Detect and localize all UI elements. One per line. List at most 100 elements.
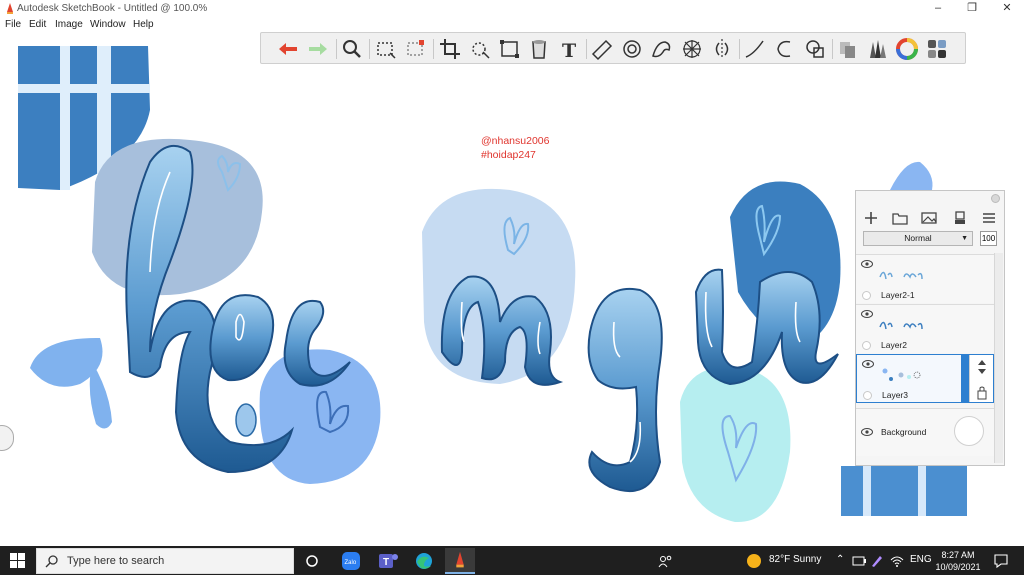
circle-icon[interactable] xyxy=(772,36,798,62)
transform-move-icon[interactable] xyxy=(467,36,493,62)
background-color-swatch[interactable] xyxy=(954,416,984,446)
copy-paste-icon[interactable] xyxy=(835,36,861,62)
bottom-right-window xyxy=(841,466,967,516)
brush-set-icon[interactable] xyxy=(924,36,950,62)
crop-icon[interactable] xyxy=(437,36,463,62)
sketchbook-taskbar-icon[interactable] xyxy=(445,548,475,574)
add-layer-icon[interactable] xyxy=(862,209,880,227)
people-icon[interactable] xyxy=(657,554,673,568)
window-bar-horizontal xyxy=(18,84,150,93)
language-indicator[interactable]: ENG xyxy=(910,554,932,565)
wifi-icon[interactable] xyxy=(890,554,904,568)
task-view-icon[interactable] xyxy=(297,548,327,574)
toolbar-divider xyxy=(832,39,833,59)
window-bar-vertical xyxy=(60,46,70,190)
notification-icon[interactable] xyxy=(993,553,1009,569)
eye-icon[interactable] xyxy=(862,360,874,368)
system-clock[interactable]: 8:27 AM 10/09/2021 xyxy=(934,549,982,573)
add-image-icon[interactable] xyxy=(920,209,938,227)
ellipse-guide-icon[interactable] xyxy=(619,36,645,62)
layer-row[interactable]: Layer2-1 xyxy=(856,254,994,303)
layer-name: Layer2-1 xyxy=(881,290,915,300)
show-hidden-icons-icon[interactable]: ⌃ xyxy=(836,554,844,565)
ruler-icon[interactable] xyxy=(589,36,615,62)
layer-thumbnail xyxy=(879,321,923,330)
undo-icon[interactable] xyxy=(275,36,301,62)
select-lasso-icon[interactable] xyxy=(403,36,429,62)
watermark-hashtag: #hoidap247 xyxy=(481,149,536,161)
layer-lock-toggle[interactable] xyxy=(862,291,871,300)
clock-time: 8:27 AM xyxy=(941,550,975,560)
layer-scrollbar[interactable] xyxy=(994,253,1003,463)
layer-name: Layer3 xyxy=(882,390,908,400)
eye-icon[interactable] xyxy=(861,428,873,436)
color-wheel-icon[interactable] xyxy=(894,36,920,62)
opacity-field[interactable]: 100 xyxy=(980,231,997,246)
menu-help[interactable]: Help xyxy=(133,19,154,30)
distort-icon[interactable] xyxy=(497,36,523,62)
toolbar-divider xyxy=(433,39,434,59)
menu-image[interactable]: Image xyxy=(55,19,83,30)
panel-close-button[interactable] xyxy=(991,194,1000,203)
layer-menu-icon[interactable] xyxy=(980,209,998,227)
battery-icon[interactable] xyxy=(852,555,866,567)
search-icon xyxy=(45,555,58,568)
menu-bar: File Edit Image Window Help xyxy=(0,17,1024,32)
taskbar-search-box[interactable]: Type here to search xyxy=(36,548,294,574)
layer-toolbar xyxy=(856,207,1004,229)
pen-workspace-icon[interactable] xyxy=(870,554,884,568)
add-group-icon[interactable] xyxy=(891,209,909,227)
menu-window[interactable]: Window xyxy=(90,19,126,30)
select-rect-icon[interactable] xyxy=(373,36,399,62)
layer-row[interactable]: Layer2 xyxy=(856,304,994,353)
blend-mode-dropdown[interactable]: Normal ▼ xyxy=(863,231,973,246)
windows-start-icon[interactable] xyxy=(10,553,25,568)
brush-library-icon[interactable] xyxy=(864,36,890,62)
zalo-icon[interactable]: Zalo xyxy=(336,548,366,574)
layer-editor-panel: Normal ▼ 100 Layer2-1 Layer2 Layer3 Back… xyxy=(855,190,1005,466)
edge-icon[interactable] xyxy=(409,548,439,574)
chevron-down-icon: ▼ xyxy=(961,235,968,242)
french-curve-icon[interactable] xyxy=(649,36,675,62)
background-layer-row[interactable]: Background xyxy=(856,408,994,456)
minimize-button[interactable]: – xyxy=(926,1,950,15)
perspective-icon[interactable] xyxy=(679,36,705,62)
sketchbook-window: Autodesk SketchBook - Untitled @ 100.0% … xyxy=(0,0,1024,575)
weather-sun-icon[interactable] xyxy=(746,553,762,569)
fill-bucket-icon[interactable] xyxy=(526,36,552,62)
toolbar-divider xyxy=(586,39,587,59)
background-layer-name: Background xyxy=(881,427,927,437)
toolbar-divider xyxy=(739,39,740,59)
text-icon[interactable]: T xyxy=(556,36,582,62)
reorder-arrows-icon[interactable] xyxy=(970,357,994,377)
layer-reorder-controls[interactable] xyxy=(969,355,993,402)
windows-taskbar: Type here to search Zalo T 82°F Sunny ⌃ … xyxy=(0,546,1024,575)
menu-file[interactable]: File xyxy=(5,19,21,30)
drop-left-2 xyxy=(89,362,112,429)
menu-edit[interactable]: Edit xyxy=(29,19,46,30)
blend-mode-value: Normal xyxy=(904,233,932,243)
layer-lock-toggle[interactable] xyxy=(863,391,872,400)
teams-icon[interactable]: T xyxy=(372,548,402,574)
blob-cyan xyxy=(680,366,791,523)
redo-icon[interactable] xyxy=(305,36,331,62)
lock-icon[interactable] xyxy=(970,385,994,401)
merge-layer-icon[interactable] xyxy=(951,209,969,227)
layer-row-selected[interactable]: Layer3 xyxy=(856,354,994,403)
sketchbook-app-icon xyxy=(7,3,13,14)
toolbar-divider xyxy=(336,39,337,59)
clock-date: 10/09/2021 xyxy=(935,562,981,572)
symmetry-icon[interactable] xyxy=(709,36,735,62)
layer-lock-toggle[interactable] xyxy=(862,341,871,350)
eye-icon[interactable] xyxy=(861,260,873,268)
eye-icon[interactable] xyxy=(861,310,873,318)
close-button[interactable]: ✕ xyxy=(995,1,1019,15)
maximize-button[interactable]: ❐ xyxy=(960,1,984,15)
zalo-label: Zalo xyxy=(345,560,357,566)
shape-icon[interactable] xyxy=(802,36,828,62)
drop-top-right xyxy=(890,161,933,190)
watermark-handle: @nhansu2006 xyxy=(481,135,550,147)
weather-text[interactable]: 82°F Sunny xyxy=(769,554,821,565)
zoom-icon[interactable] xyxy=(339,36,365,62)
line-icon[interactable] xyxy=(742,36,768,62)
